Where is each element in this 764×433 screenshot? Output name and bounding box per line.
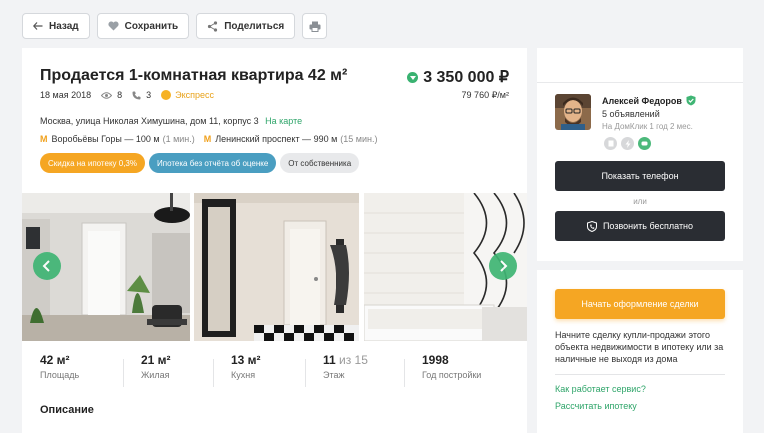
chat-badge-icon <box>638 137 651 150</box>
price: 3 350 000 ₽ <box>423 69 509 86</box>
back-label: Назад <box>49 20 79 32</box>
listing-meta: 18 мая 2018 8 3 Экспресс <box>40 90 214 100</box>
stat-area-label: Площадь <box>40 370 80 380</box>
metro-icon: M <box>203 134 212 144</box>
how-it-works-link[interactable]: Как работает сервис? <box>555 384 646 394</box>
show-phone-label: Показать телефон <box>601 171 679 181</box>
start-deal-label: Начать оформление сделки <box>581 299 699 309</box>
stat-kitchen-label: Кухня <box>231 370 256 380</box>
agent-card-header <box>537 48 743 83</box>
listing-date: 18 мая 2018 <box>40 90 92 100</box>
deal-description: Начните сделку купли-продажи этого объек… <box>555 330 724 364</box>
lightning-badge-icon <box>621 137 634 150</box>
verified-shield-icon <box>686 95 696 106</box>
stat-kitchen: 13 м² Кухня <box>213 353 305 393</box>
tag-owner[interactable]: От собственника <box>280 153 360 173</box>
stat-year-label: Год постройки <box>422 370 482 380</box>
print-button[interactable] <box>302 13 328 39</box>
agent-name[interactable]: Алексей Федоров <box>602 96 682 106</box>
photo-hallway[interactable] <box>194 193 359 341</box>
share-button[interactable]: Поделиться <box>196 13 296 39</box>
or-separator: или <box>633 197 647 206</box>
show-phone-button[interactable]: Показать телефон <box>555 161 725 191</box>
stat-living: 21 м² Жилая <box>123 353 213 393</box>
views-count: 8 <box>117 90 123 100</box>
tags: Скидка на ипотеку 0,3% Ипотека без отчёт… <box>40 153 360 173</box>
stat-kitchen-value: 13 м² <box>231 353 261 367</box>
toolbar: Назад Сохранить Поделиться <box>22 13 328 39</box>
share-icon <box>208 20 218 32</box>
eye-icon <box>101 91 113 99</box>
avatar[interactable] <box>555 94 591 130</box>
tag-mortgage-discount[interactable]: Скидка на ипотеку 0,3% <box>40 153 145 173</box>
agent-listings-count[interactable]: 5 объявлений <box>602 109 660 119</box>
save-label: Сохранить <box>124 20 179 32</box>
call-free-button[interactable]: Позвонить бесплатно <box>555 211 725 241</box>
stat-living-value: 21 м² <box>141 353 171 367</box>
start-deal-button[interactable]: Начать оформление сделки <box>555 289 725 319</box>
price-block: 3 350 000 ₽ <box>407 67 509 87</box>
price-per-m2: 79 760 ₽/м² <box>461 90 509 100</box>
heart-icon <box>108 21 119 31</box>
listing-stats: 42 м² Площадь 21 м² Жилая 13 м² Кухня 11… <box>22 353 527 393</box>
description-heading: Описание <box>40 404 94 416</box>
map-link[interactable]: На карте <box>265 116 302 126</box>
save-button[interactable]: Сохранить <box>96 13 190 39</box>
calls-count: 3 <box>146 90 152 100</box>
agent-name-row: Алексей Федоров <box>602 95 696 106</box>
stat-floor-total: из 15 <box>335 353 368 367</box>
listing-card: Продается 1-комнатная квартира 42 м² 3 3… <box>22 48 527 433</box>
express-label: Экспресс <box>175 90 215 100</box>
metro-time-2: (15 мин.) <box>340 134 378 144</box>
gallery-prev-button[interactable] <box>33 252 61 280</box>
listing-title: Продается 1-комнатная квартира 42 м² <box>40 67 348 84</box>
metro-icon: M <box>40 134 48 144</box>
arrow-left-icon <box>33 22 43 30</box>
chevron-left-icon <box>42 260 50 272</box>
stat-year: 1998 Год постройки <box>404 353 524 393</box>
tag-no-appraisal[interactable]: Ипотека без отчёта об оценке <box>149 153 277 173</box>
metro-list: M Воробьёвы Горы — 100 м (1 мин.) M Лени… <box>40 134 377 144</box>
printer-icon <box>309 21 321 32</box>
share-label: Поделиться <box>224 20 285 32</box>
stat-year-value: 1998 <box>422 353 449 367</box>
address: Москва, улица Николая Химушина, дом 11, … <box>40 116 302 126</box>
photo-gallery <box>22 193 527 341</box>
agent-card: Алексей Федоров 5 объявлений На ДомКлик … <box>537 48 743 261</box>
metro-station-2: Ленинский проспект — 990 м <box>215 134 338 144</box>
gallery-next-button[interactable] <box>489 252 517 280</box>
back-button[interactable]: Назад <box>22 13 90 39</box>
agent-since: На ДомКлик 1 год 2 мес. <box>602 122 693 131</box>
stat-area: 42 м² Площадь <box>22 353 123 393</box>
stat-floor-value: 11 <box>323 353 336 367</box>
price-drop-icon[interactable] <box>407 71 419 83</box>
agent-badges <box>604 137 651 150</box>
call-free-label: Позвонить бесплатно <box>602 221 694 231</box>
stat-floor-label: Этаж <box>323 370 345 380</box>
phone-icon <box>132 91 141 100</box>
document-badge-icon <box>604 137 617 150</box>
divider <box>555 374 725 375</box>
metro-time-1: (1 мин.) <box>162 134 195 144</box>
stat-living-label: Жилая <box>141 370 170 380</box>
stat-area-value: 42 м² <box>40 353 70 367</box>
phone-shield-icon <box>586 220 597 232</box>
stat-floor: 11 из 15 Этаж <box>305 353 404 393</box>
express-icon <box>161 90 172 100</box>
deal-card: Начать оформление сделки Начните сделку … <box>537 270 743 433</box>
metro-station-1: Воробьёвы Горы — 100 м <box>51 134 160 144</box>
mortgage-calculator-link[interactable]: Рассчитать ипотеку <box>555 401 637 411</box>
address-text: Москва, улица Николая Химушина, дом 11, … <box>40 116 259 126</box>
chevron-right-icon <box>500 260 508 272</box>
